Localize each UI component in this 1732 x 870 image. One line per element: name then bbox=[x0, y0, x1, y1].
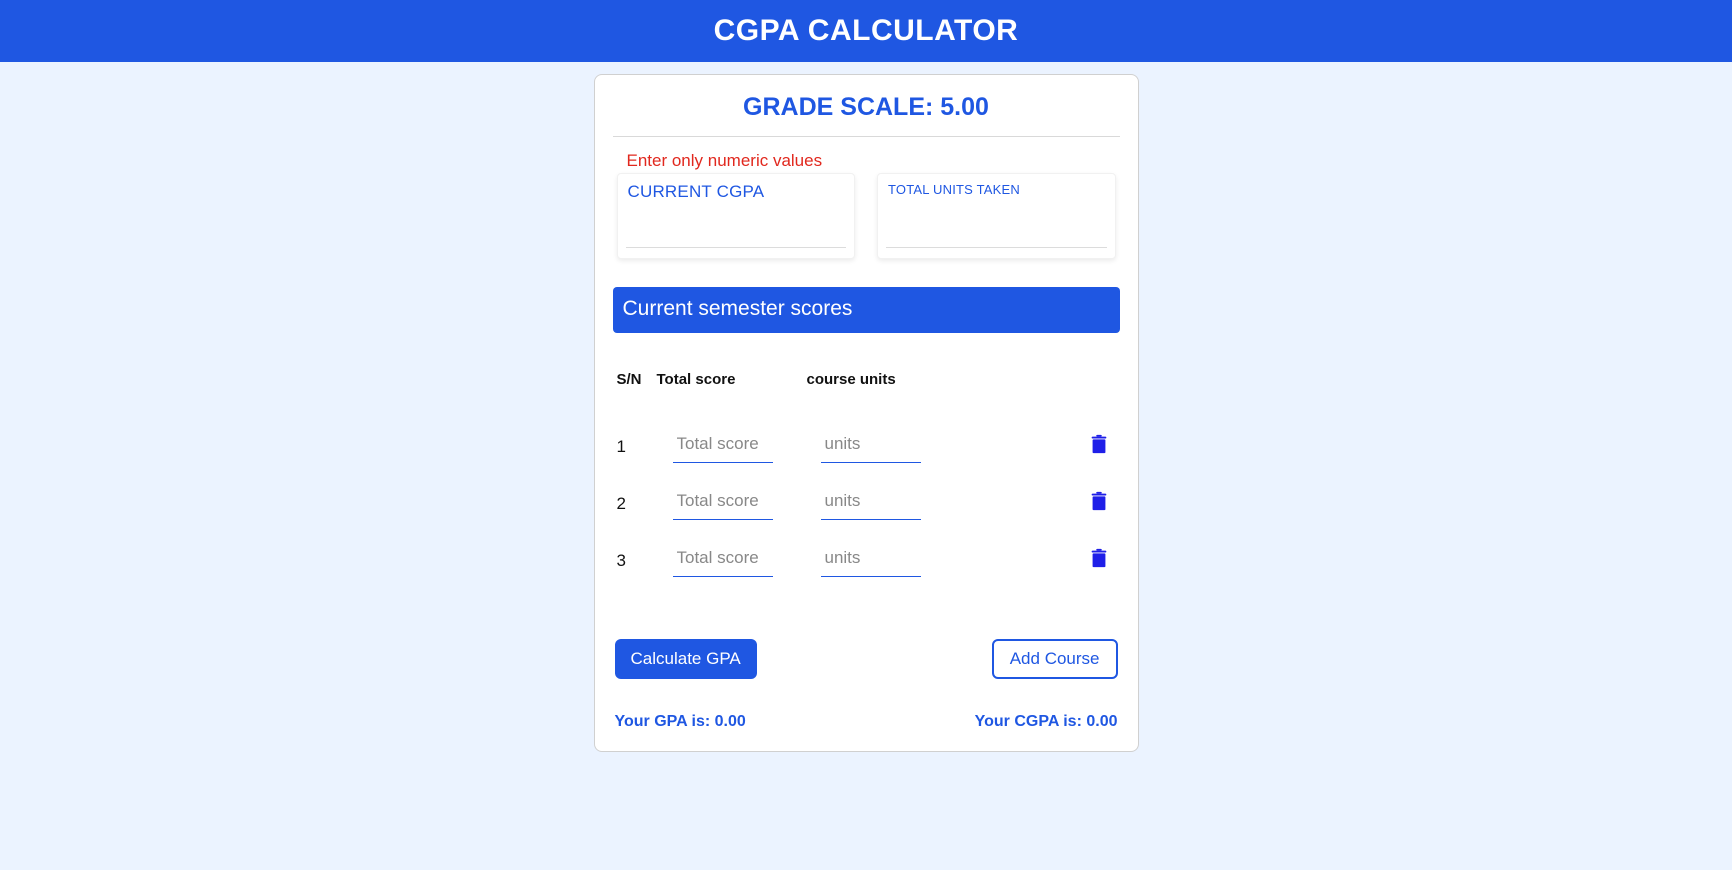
table-row: 2 bbox=[613, 475, 1120, 532]
current-cgpa-field[interactable]: CURRENT CGPA bbox=[617, 173, 856, 259]
divider bbox=[613, 136, 1120, 137]
total-units-field[interactable]: TOTAL UNITS TAKEN bbox=[877, 173, 1116, 259]
row-units-cell bbox=[805, 544, 945, 577]
table-row: 1 bbox=[613, 418, 1120, 475]
app-header: CGPA CALCULATOR bbox=[0, 0, 1732, 62]
validation-warning: Enter only numeric values bbox=[613, 151, 1120, 171]
table-row: 3 bbox=[613, 532, 1120, 589]
row-score-cell bbox=[657, 430, 797, 463]
delete-row-button[interactable] bbox=[1088, 547, 1110, 574]
row-score-input[interactable] bbox=[673, 430, 773, 463]
row-sn: 3 bbox=[617, 551, 657, 571]
add-course-button[interactable]: Add Course bbox=[992, 639, 1118, 679]
delete-row-button[interactable] bbox=[1088, 490, 1110, 517]
grade-scale-label: GRADE SCALE: bbox=[743, 93, 940, 121]
input-underline bbox=[626, 247, 847, 248]
row-units-cell bbox=[805, 487, 945, 520]
total-units-input[interactable] bbox=[888, 207, 1105, 225]
cgpa-result: Your CGPA is: 0.00 bbox=[975, 713, 1118, 731]
row-score-input[interactable] bbox=[673, 544, 773, 577]
summary-inputs: CURRENT CGPA TOTAL UNITS TAKEN bbox=[613, 173, 1120, 259]
action-bar: Calculate GPA Add Course bbox=[613, 639, 1120, 679]
column-units: course units bbox=[807, 371, 957, 388]
row-score-cell bbox=[657, 487, 797, 520]
gpa-result: Your GPA is: 0.00 bbox=[615, 713, 746, 731]
app-title: CGPA CALCULATOR bbox=[0, 14, 1732, 48]
row-sn: 1 bbox=[617, 437, 657, 457]
results-row: Your GPA is: 0.00 Your CGPA is: 0.00 bbox=[613, 713, 1120, 731]
grade-scale-value: 5.00 bbox=[940, 93, 989, 121]
input-underline bbox=[886, 247, 1107, 248]
row-units-input[interactable] bbox=[821, 544, 921, 577]
current-cgpa-label: CURRENT CGPA bbox=[628, 182, 845, 202]
current-cgpa-input[interactable] bbox=[628, 212, 845, 230]
delete-row-button[interactable] bbox=[1088, 433, 1110, 460]
column-sn: S/N bbox=[617, 371, 657, 388]
trash-icon bbox=[1088, 433, 1110, 455]
row-units-input[interactable] bbox=[821, 487, 921, 520]
trash-icon bbox=[1088, 490, 1110, 512]
table-header-row: S/N Total score course units bbox=[613, 333, 1120, 398]
grade-scale-heading: GRADE SCALE: 5.00 bbox=[613, 93, 1120, 136]
main-panel: GRADE SCALE: 5.00 Enter only numeric val… bbox=[594, 74, 1139, 752]
calculate-button[interactable]: Calculate GPA bbox=[615, 639, 757, 679]
row-score-input[interactable] bbox=[673, 487, 773, 520]
trash-icon bbox=[1088, 547, 1110, 569]
column-score: Total score bbox=[657, 371, 807, 388]
course-rows: 1 2 3 bbox=[613, 418, 1120, 589]
row-units-cell bbox=[805, 430, 945, 463]
row-sn: 2 bbox=[617, 494, 657, 514]
total-units-label: TOTAL UNITS TAKEN bbox=[888, 182, 1105, 197]
section-header: Current semester scores bbox=[613, 287, 1120, 333]
row-score-cell bbox=[657, 544, 797, 577]
row-units-input[interactable] bbox=[821, 430, 921, 463]
